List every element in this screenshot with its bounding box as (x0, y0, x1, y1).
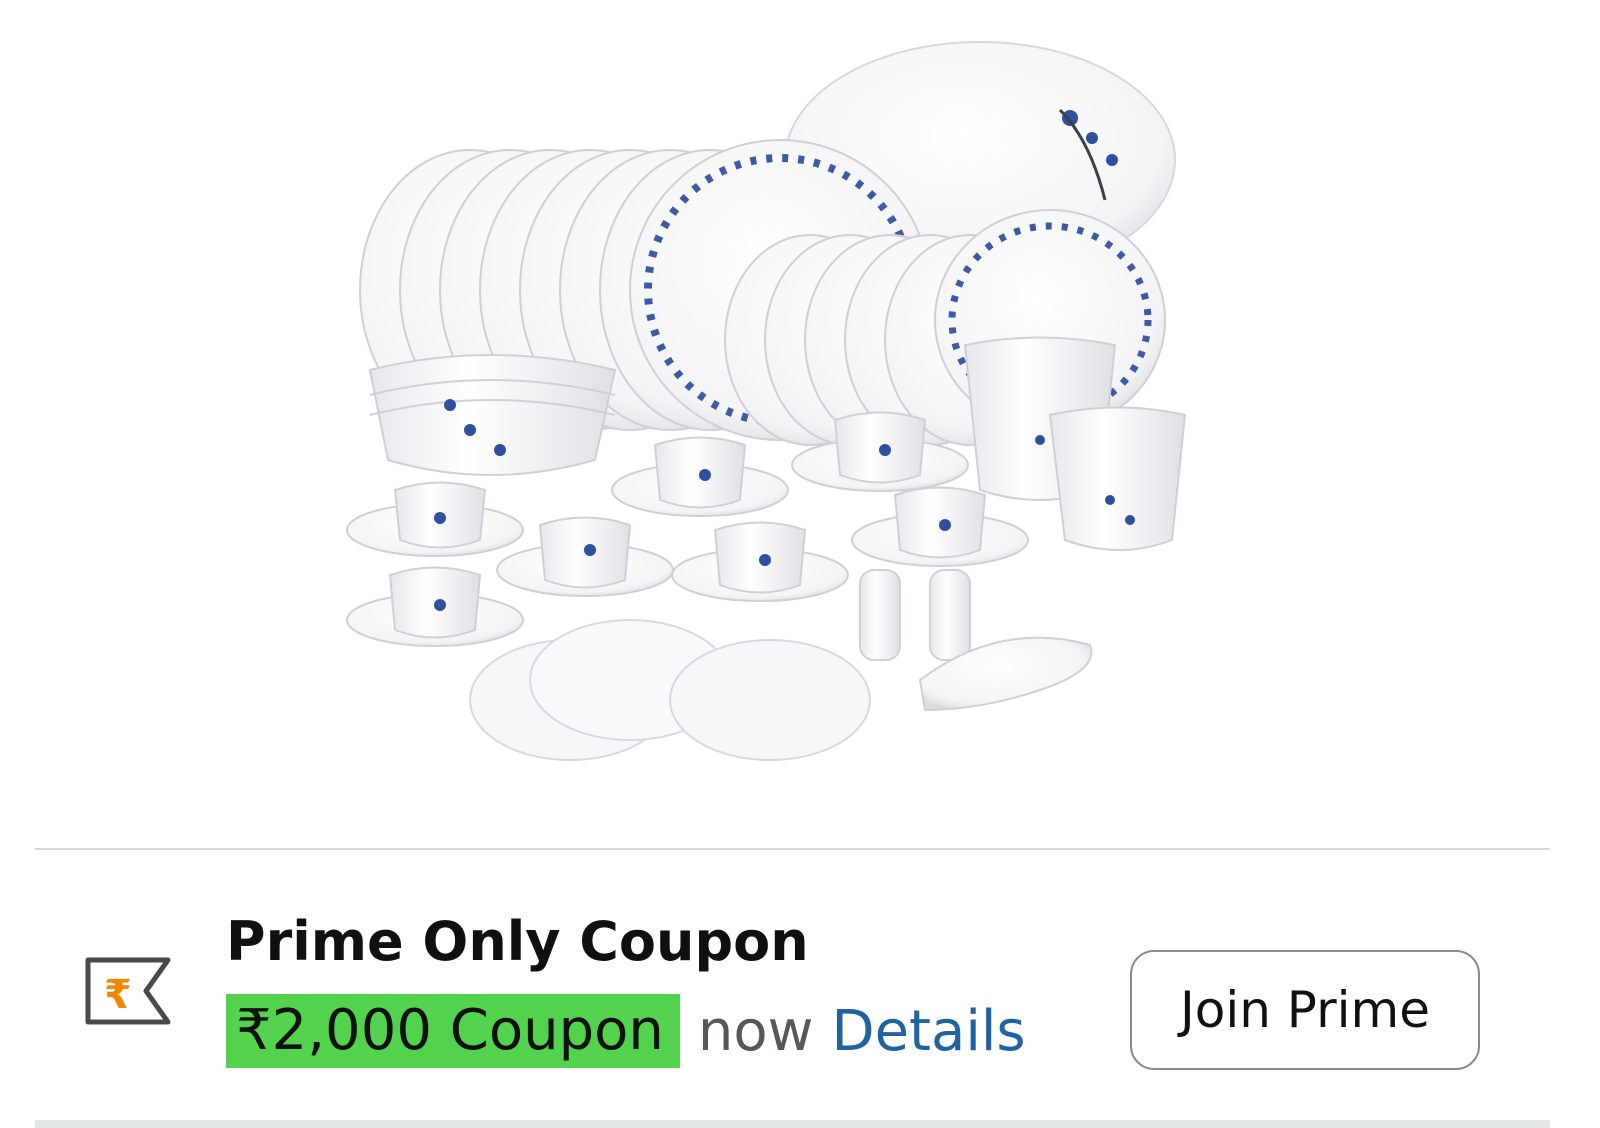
coupon-amount-badge: ₹2,000 Coupon (226, 994, 680, 1068)
coupon-now-text: now (697, 998, 814, 1064)
section-divider-bottom (35, 1120, 1550, 1128)
coupon-details-link[interactable]: Details (831, 999, 1025, 1064)
coupon-title: Prime Only Coupon (226, 910, 809, 973)
coupon-offer-line: ₹2,000 Coupon now Details (226, 992, 1026, 1070)
product-image[interactable] (340, 20, 1240, 780)
svg-text:₹: ₹ (104, 972, 132, 1018)
dinner-set-image (346, 41, 1187, 761)
rupee-tag-icon: ₹ (84, 956, 174, 1026)
join-prime-button[interactable]: Join Prime (1130, 950, 1480, 1070)
prime-coupon-section: ₹ Prime Only Coupon ₹2,000 Coupon now De… (0, 850, 1600, 1120)
